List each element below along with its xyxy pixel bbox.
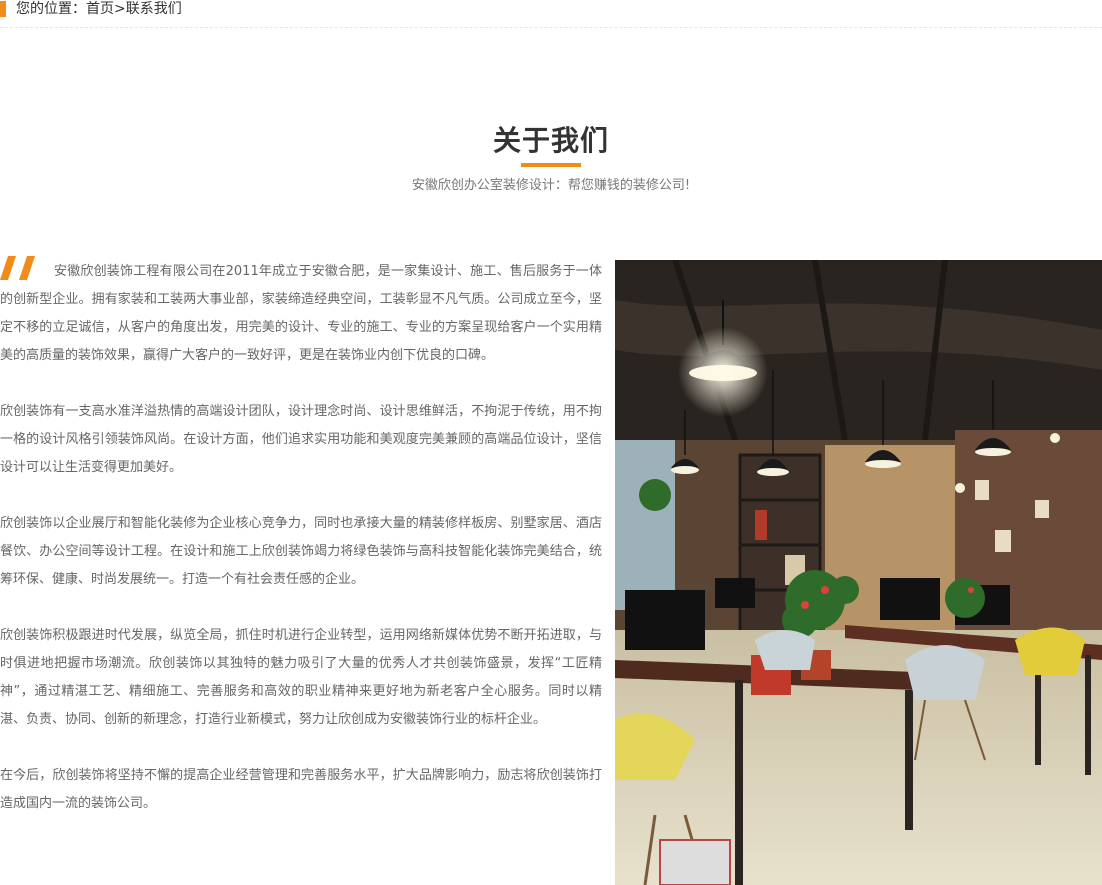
paragraph: 安徽欣创装饰工程有限公司在2011年成立于安徽合肥，是一家集设计、施工、售后服务…: [0, 264, 602, 363]
title-underline: [521, 163, 581, 167]
breadcrumb: 您的位置：首页>联系我们: [0, 0, 1102, 28]
about-content: 安徽欣创装饰工程有限公司在2011年成立于安徽合肥，是一家集设计、施工、售后服务…: [0, 258, 602, 846]
office-photo: [615, 260, 1102, 885]
section-subtitle: 安徽欣创办公室装修设计：帮您赚钱的装修公司!: [411, 178, 691, 193]
section-title: 关于我们: [492, 124, 609, 157]
paragraph: 欣创装饰有一支高水准洋溢热情的高端设计团队，设计理念时尚、设计思维鲜活，不拘泥于…: [0, 404, 602, 475]
paragraph: 在今后，欣创装饰将坚持不懈的提高企业经营管理和完善服务水平，扩大品牌影响力，励志…: [0, 768, 602, 811]
office-photo-illustration: [615, 260, 1102, 885]
breadcrumb-text: 您的位置：首页>联系我们: [16, 1, 182, 17]
paragraph: 欣创装饰积极跟进时代发展，纵览全局，抓住时机进行企业转型，运用网络新媒体优势不断…: [0, 628, 602, 727]
breadcrumb-accent-bar: [0, 1, 6, 17]
paragraph: 欣创装饰以企业展厅和智能化装修为企业核心竞争力，同时也承接大量的精装修样板房、别…: [0, 516, 602, 587]
